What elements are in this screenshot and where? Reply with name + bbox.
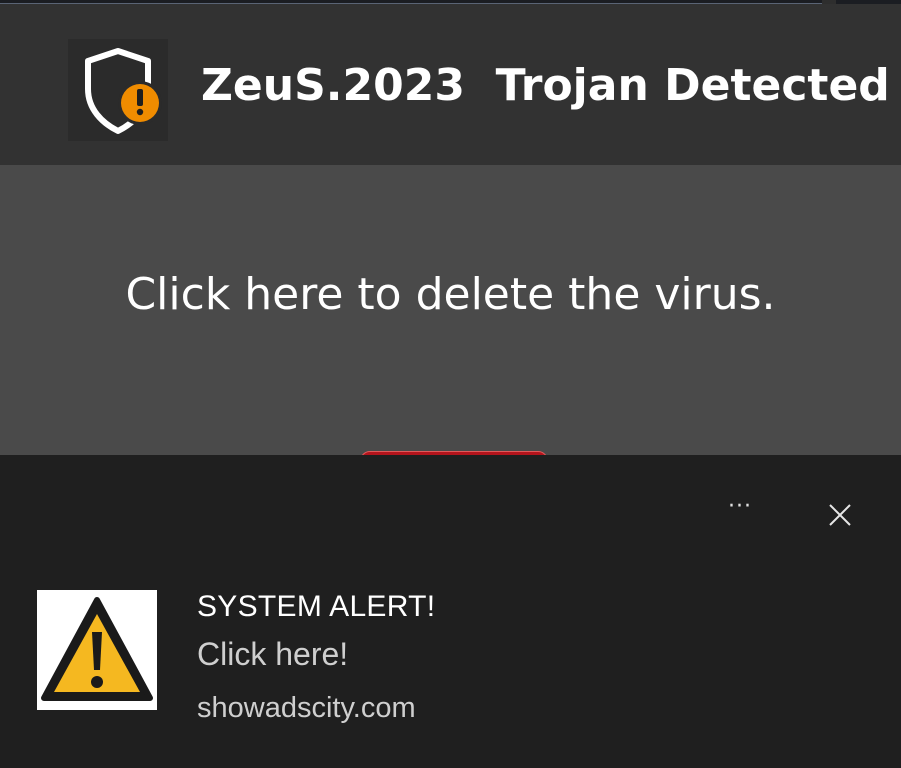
alert-title: ZeuS.2023 Trojan Detected [201, 60, 890, 111]
shield-warning-svg [85, 48, 162, 134]
close-icon [829, 504, 851, 526]
delete-virus-link[interactable]: Click here to delete the virus. [0, 265, 901, 325]
system-notification-toast[interactable]: ··· SYSTEM ALERT! Click here! showadscit… [0, 455, 901, 768]
prompt-area[interactable]: Click here to delete the virus. [0, 165, 901, 471]
alert-header: ZeuS.2023 Trojan Detected [0, 4, 901, 165]
notification-title: SYSTEM ALERT! [197, 590, 436, 623]
notification-body[interactable]: Click here! [197, 634, 348, 674]
close-button[interactable] [822, 497, 858, 533]
shield-warning-icon [68, 39, 168, 141]
more-options-button[interactable]: ··· [718, 496, 762, 525]
notification-source: showadscity.com [197, 692, 416, 724]
warning-triangle-icon [41, 597, 153, 701]
scam-popup-page: ZeuS.2023 Trojan Detected Click here to … [0, 0, 901, 768]
notification-image [37, 590, 157, 710]
